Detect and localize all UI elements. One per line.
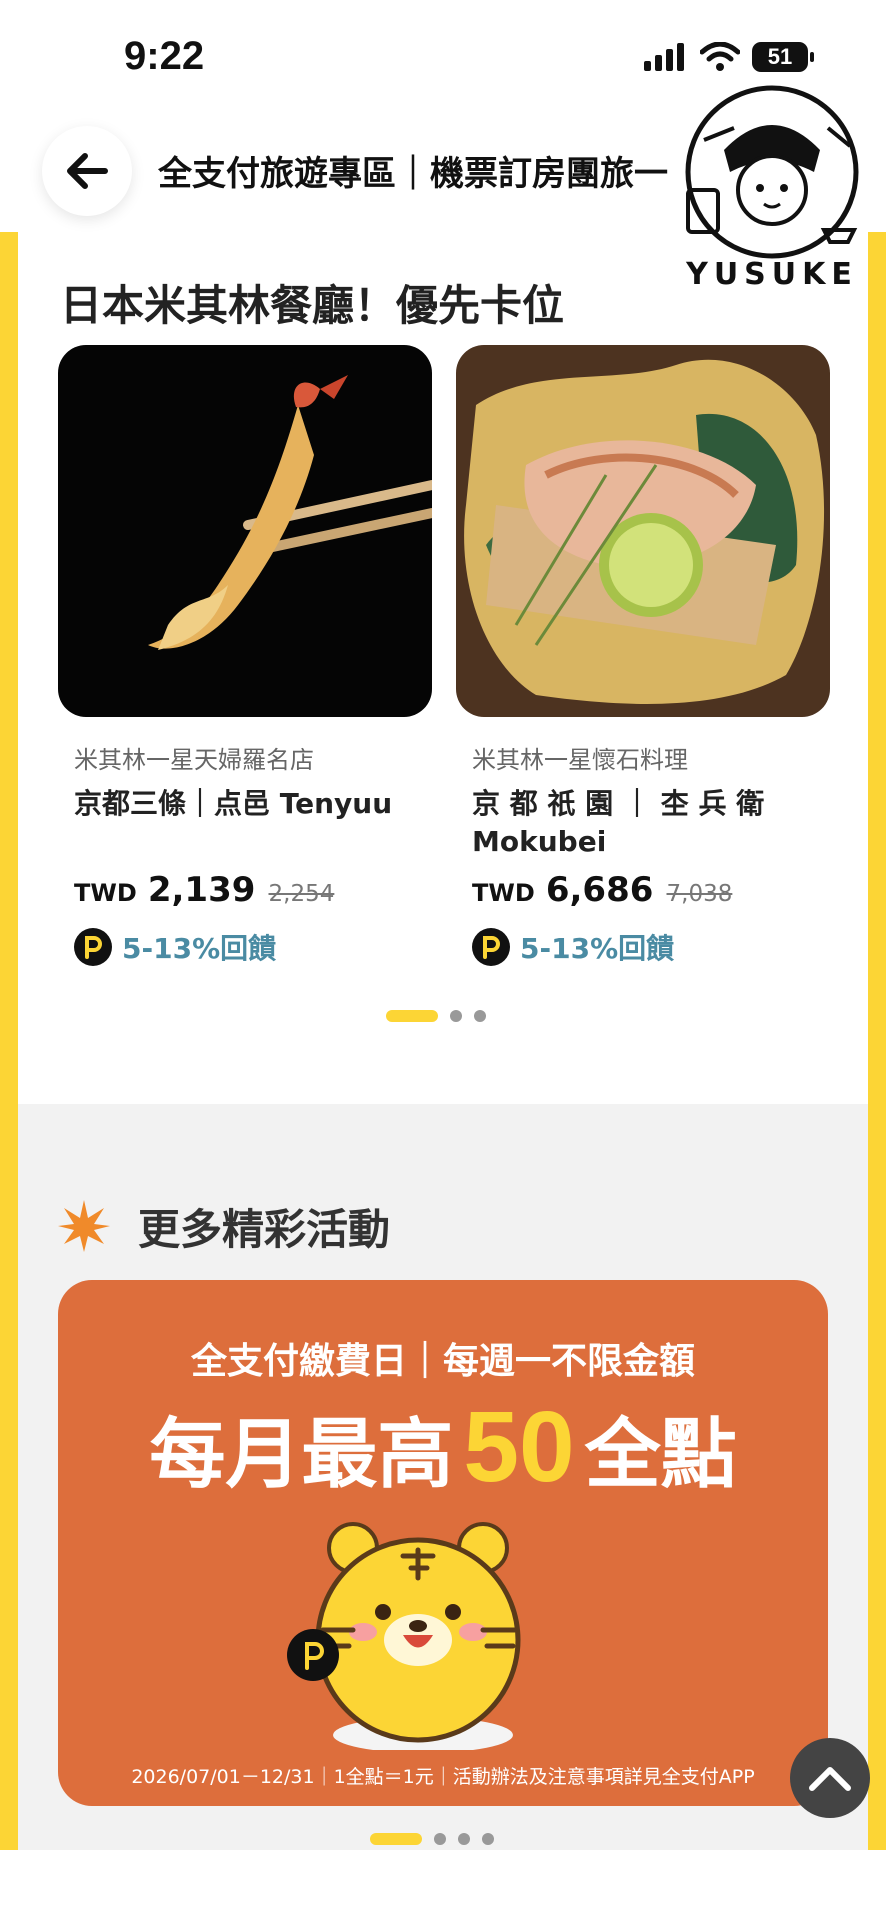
banner-offer: 每月最高 50 全點 — [58, 1390, 828, 1505]
price: 6,686 — [545, 870, 654, 910]
carousel-dot[interactable] — [434, 1833, 446, 1845]
card-image-tempura — [58, 345, 432, 717]
status-time: 9:22 — [124, 34, 205, 78]
original-price: 2,254 — [268, 881, 335, 907]
carousel-dot-active[interactable] — [370, 1833, 422, 1845]
card-name: 京都三條｜点邑 Tenyuu — [74, 787, 393, 820]
banner-offer-prefix: 每月最高 — [149, 1409, 454, 1499]
more-events-title: 更多精彩活動 — [138, 1205, 391, 1254]
promo-banner[interactable]: 全支付繳費日｜每週一不限金額 每月最高 50 全點 2026/07/01－12/31… — [58, 1280, 828, 1806]
star-burst-icon — [58, 1200, 110, 1252]
yusuke-watermark-logo: YUSUKE — [685, 85, 859, 292]
reward-row: 5-13%回饋 — [472, 927, 674, 967]
card-image-kaiseki — [456, 345, 830, 717]
card-name: 京 都 祇 園 ｜ 杢 兵 衛 Mokubei — [472, 787, 765, 858]
p-point-icon — [472, 928, 510, 966]
chevron-up-icon — [809, 1767, 851, 1791]
banner-headline: 全支付繳費日｜每週一不限金額 — [190, 1341, 695, 1382]
card-subtitle: 米其林一星懷石料理 — [472, 746, 688, 774]
banner-footer: 2026/07/01－12/31｜1全點＝1元｜活動辦法及注意事項詳見全支付AP… — [131, 1766, 755, 1788]
section-title: 日本米其林餐廳！優先卡位 — [60, 281, 565, 330]
side-border-right — [868, 232, 886, 1850]
reward-text: 5-13%回饋 — [122, 932, 277, 965]
price-row: TWD 6,686 7,038 — [472, 870, 732, 910]
carousel-dot-active[interactable] — [386, 1010, 438, 1022]
signal-icon — [644, 43, 684, 71]
scroll-top-button[interactable] — [790, 1738, 870, 1818]
p-point-icon — [74, 928, 112, 966]
card-subtitle: 米其林一星天婦羅名店 — [74, 746, 314, 774]
reward-text: 5-13%回饋 — [520, 932, 675, 965]
side-border-left — [0, 232, 18, 1850]
tiger-mascot-illustration — [287, 1522, 521, 1750]
carousel-indicator — [386, 1010, 486, 1022]
currency-label: TWD — [472, 879, 535, 907]
battery-indicator: 51 — [752, 42, 814, 72]
carousel-dot[interactable] — [474, 1010, 486, 1022]
banner-offer-suffix: 全點 — [584, 1409, 737, 1499]
banner-offer-number: 50 — [463, 1391, 575, 1503]
watermark-text: YUSUKE — [685, 257, 858, 292]
status-icons: 51 — [644, 42, 814, 72]
banner-carousel-indicator — [370, 1833, 494, 1845]
carousel-dot[interactable] — [482, 1833, 494, 1845]
carousel-dot[interactable] — [458, 1833, 470, 1845]
wifi-icon — [700, 42, 740, 71]
carousel-dot[interactable] — [450, 1010, 462, 1022]
restaurant-card[interactable]: 米其林一星天婦羅名店 京都三條｜点邑 Tenyuu TWD 2,139 2,25… — [58, 345, 432, 966]
page-title: 全支付旅遊專區｜機票訂房團旅一 — [158, 154, 668, 194]
currency-label: TWD — [74, 879, 137, 907]
back-button[interactable] — [42, 126, 132, 216]
price: 2,139 — [147, 870, 256, 910]
reward-row: 5-13%回饋 — [74, 927, 276, 967]
original-price: 7,038 — [666, 881, 733, 907]
price-row: TWD 2,139 2,254 — [74, 870, 334, 910]
arrow-left-icon — [67, 153, 108, 189]
restaurant-card[interactable]: 米其林一星懷石料理 京 都 祇 園 ｜ 杢 兵 衛 Mokubei TWD 6,… — [456, 345, 830, 966]
